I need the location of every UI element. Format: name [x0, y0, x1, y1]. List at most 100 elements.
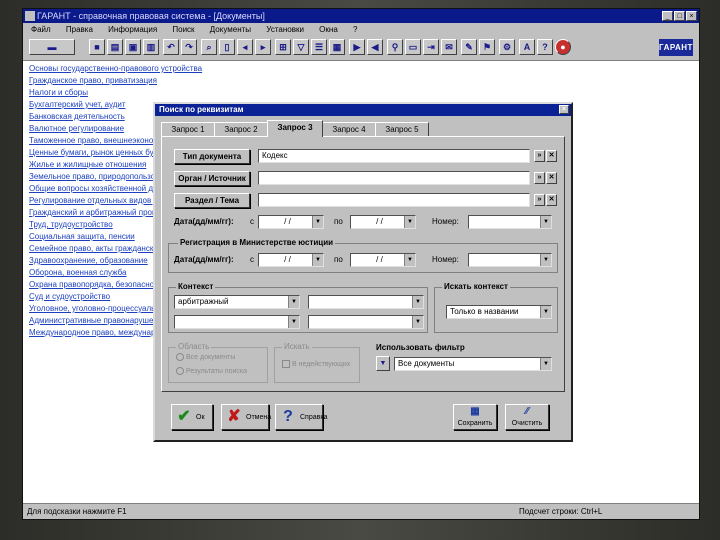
toolbar-doc-icon[interactable]: ▯ [219, 39, 235, 55]
context-word-2[interactable]: ▼ [308, 295, 424, 309]
toolbar-copy-icon[interactable]: ▣ [125, 39, 141, 55]
chevron-down-icon[interactable]: ▼ [404, 254, 415, 266]
save-label: Сохранить [457, 420, 493, 427]
clear-button[interactable]: ⁄⁄ Очистить [505, 404, 549, 430]
reg-date-to-field[interactable]: / / ▼ [350, 253, 416, 267]
reg-date-from-field[interactable]: / / ▼ [258, 253, 324, 267]
clear-field-icon[interactable]: ✕ [546, 172, 557, 184]
chevron-down-icon[interactable]: ▼ [288, 316, 299, 328]
tab-query-1[interactable]: Запрос 1 [161, 122, 215, 136]
organ-source-button[interactable]: Орган / Источник [174, 171, 250, 186]
status-hint: Для подсказки нажмите F1 [27, 507, 127, 516]
toolbar-find-icon[interactable]: ⌕ [201, 39, 217, 55]
number-field[interactable]: ▼ [468, 215, 552, 229]
toolbar-filter-icon[interactable]: ▽ [293, 39, 309, 55]
chevron-down-icon[interactable]: ▼ [312, 216, 323, 228]
browse-icon[interactable]: » [534, 150, 545, 162]
date-to-field[interactable]: / / ▼ [350, 215, 416, 229]
chevron-down-icon[interactable]: ▼ [540, 306, 551, 318]
toolbar-print-icon[interactable]: ▤ [107, 39, 123, 55]
menu-windows[interactable]: Окна [319, 25, 338, 34]
toolbar-search-icon[interactable]: ⚲ [387, 39, 403, 55]
toolbar-list-button[interactable]: ▬ [29, 39, 75, 55]
app-title: ГАРАНТ - справочная правовая система - [… [37, 11, 265, 21]
toolbar-settings-icon[interactable]: ⚙ [499, 39, 515, 55]
toolbar-grid-icon[interactable]: ▦ [329, 39, 345, 55]
close-icon[interactable]: × [559, 105, 569, 114]
doc-type-button[interactable]: Тип документа [174, 149, 250, 164]
chevron-down-icon[interactable]: ▼ [412, 296, 423, 308]
garant-logo: ГАРАНТ [659, 39, 693, 56]
scope-all-radio[interactable]: Все документы [176, 353, 235, 361]
tab-query-2[interactable]: Запрос 2 [214, 122, 268, 136]
menu-info[interactable]: Информация [108, 25, 157, 34]
help-button[interactable]: ? Справка [275, 404, 327, 430]
chevron-down-icon[interactable]: ▼ [412, 316, 423, 328]
section-topic-button[interactable]: Раздел / Тема [174, 193, 250, 208]
toolbar-prev-icon[interactable]: ◀ [367, 39, 383, 55]
chevron-down-icon[interactable]: ▼ [540, 358, 551, 370]
minimize-icon[interactable]: _ [662, 11, 673, 21]
toolbar-redo-icon[interactable]: ↷ [181, 39, 197, 55]
toolbar-save-icon[interactable]: ▥ [143, 39, 159, 55]
toolbar-list-icon[interactable]: ☰ [311, 39, 327, 55]
toolbar-help-icon[interactable]: ? [537, 39, 553, 55]
clear-icon: ⁄⁄ [525, 406, 529, 417]
chevron-down-icon[interactable]: ▼ [404, 216, 415, 228]
chevron-down-icon[interactable]: ▼ [312, 254, 323, 266]
chevron-down-icon[interactable]: ▼ [288, 296, 299, 308]
browse-icon[interactable]: » [534, 194, 545, 206]
toolbar-bookmark-icon[interactable]: ⚑ [479, 39, 495, 55]
toolbar-undo-icon[interactable]: ↶ [163, 39, 179, 55]
clear-field-icon[interactable]: ✕ [546, 194, 557, 206]
search-in-label: Искать [282, 342, 312, 351]
tab-query-5[interactable]: Запрос 5 [375, 122, 429, 136]
date-from-field[interactable]: / / ▼ [258, 215, 324, 229]
toolbar-book-icon[interactable]: ■ [89, 39, 105, 55]
search-context-value: Только в названии [450, 307, 519, 316]
inactive-checkbox[interactable]: В недействующих [282, 360, 350, 368]
menu-search[interactable]: Поиск [172, 25, 194, 34]
toolbar-next-icon[interactable]: ▶ [349, 39, 365, 55]
toolbar-mail-icon[interactable]: ✉ [441, 39, 457, 55]
reg-number-field[interactable]: ▼ [468, 253, 552, 267]
organ-source-field[interactable] [258, 171, 530, 185]
toolbar-back-icon[interactable]: ◂ [237, 39, 253, 55]
menu-documents[interactable]: Документы [210, 25, 251, 34]
menu-file[interactable]: Файл [31, 25, 51, 34]
toolbar-export-icon[interactable]: ⇥ [423, 39, 439, 55]
menu-help[interactable]: ? [353, 25, 357, 34]
toolbar-forward-icon[interactable]: ▸ [255, 39, 271, 55]
toolbar-folder-icon[interactable]: ▭ [405, 39, 421, 55]
context-word-3[interactable]: ▼ [174, 315, 300, 329]
save-button[interactable]: ▦ Сохранить [453, 404, 497, 430]
chevron-down-icon[interactable]: ▼ [540, 216, 551, 228]
tab-query-3[interactable]: Запрос 3 [267, 120, 323, 137]
tab-query-4[interactable]: Запрос 4 [322, 122, 376, 136]
context-word-4[interactable]: ▼ [308, 315, 424, 329]
filter-icon[interactable]: ▼ [376, 356, 390, 371]
toolbar-stop-icon[interactable]: ● [555, 39, 571, 55]
cancel-button[interactable]: ✘ Отмена [221, 404, 271, 430]
browse-icon[interactable]: » [534, 172, 545, 184]
list-item[interactable]: Гражданское право, приватизация [29, 75, 289, 87]
list-item[interactable]: Налоги и сборы [29, 87, 289, 99]
context-word-1[interactable]: арбитражный ▼ [174, 295, 300, 309]
chevron-down-icon[interactable]: ▼ [540, 254, 551, 266]
ok-button[interactable]: ✔ Ок [171, 404, 213, 430]
search-context-select[interactable]: Только в названии ▼ [446, 305, 552, 319]
menu-edit[interactable]: Правка [66, 25, 93, 34]
toolbar-edit-icon[interactable]: ✎ [461, 39, 477, 55]
filter-select[interactable]: Все документы ▼ [394, 357, 552, 371]
toolbar-font-icon[interactable]: A [519, 39, 535, 55]
section-topic-field[interactable] [258, 193, 530, 207]
maximize-icon[interactable]: □ [674, 11, 685, 21]
menu-settings[interactable]: Установки [266, 25, 304, 34]
dialog-titlebar: Поиск по реквизитам × [155, 104, 571, 116]
doc-type-field[interactable]: Кодекс [258, 149, 530, 163]
toolbar-zoom-icon[interactable]: ⊞ [275, 39, 291, 55]
list-item[interactable]: Основы государственно-правового устройст… [29, 63, 289, 75]
clear-field-icon[interactable]: ✕ [546, 150, 557, 162]
close-icon[interactable]: × [686, 11, 697, 21]
scope-results-radio[interactable]: Результаты поиска [176, 367, 247, 375]
